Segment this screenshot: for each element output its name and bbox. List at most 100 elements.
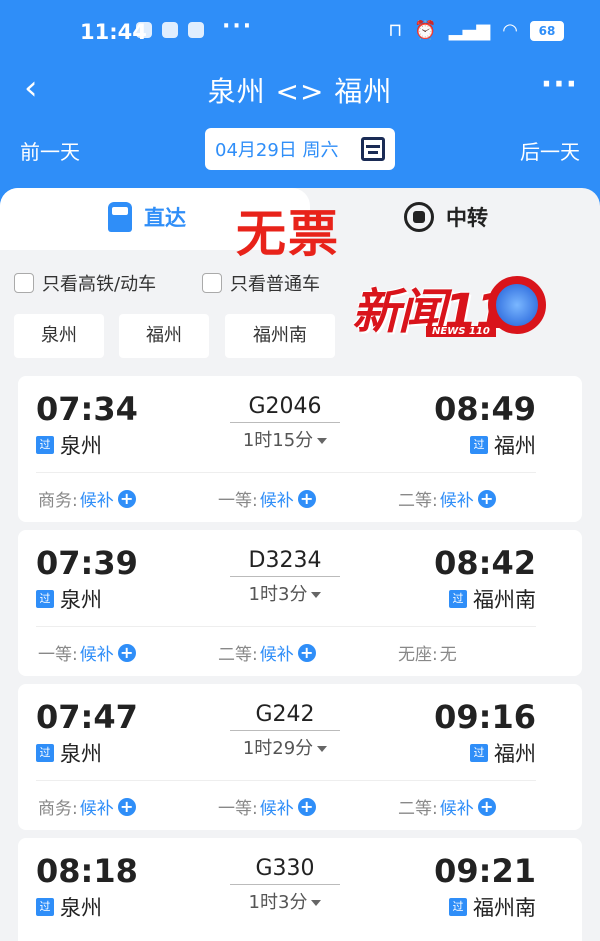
- pass-badge: 过: [36, 744, 54, 762]
- seat-status: 候补: [259, 645, 294, 665]
- current-date: 04月29日 周六: [215, 140, 339, 161]
- plus-icon[interactable]: +: [297, 643, 316, 662]
- seat-label: 二等:: [398, 799, 438, 819]
- plus-icon[interactable]: +: [477, 797, 496, 816]
- station-chip-fuzhou[interactable]: 福州: [119, 314, 209, 358]
- filter-normal-label: 只看普通车: [230, 274, 320, 295]
- battery-icon: 68: [530, 20, 564, 41]
- plus-icon[interactable]: +: [117, 489, 136, 508]
- plus-icon[interactable]: +: [477, 489, 496, 508]
- departure-station-name: 泉州: [60, 896, 102, 920]
- departure-time: 07:34: [36, 390, 138, 428]
- seat-label: 二等:: [398, 491, 438, 511]
- seat-label: 一等:: [218, 799, 258, 819]
- seat-second-class[interactable]: 二等: 候补 +: [218, 640, 316, 665]
- date-picker[interactable]: 04月29日 周六: [205, 128, 395, 170]
- wifi-icon: ◠: [502, 20, 518, 41]
- train-card[interactable]: 07:34 过泉州 G2046 1时15分 08:49 过福州 商务: 候补 + 一…: [18, 376, 582, 522]
- departure-time: 07:39: [36, 544, 138, 582]
- arrival-station-name: 福州: [494, 742, 536, 766]
- tab-direct-label: 直达: [144, 206, 186, 230]
- seat-first-class[interactable]: 一等: 候补 +: [218, 794, 316, 819]
- seat-status: 候补: [259, 799, 294, 819]
- divider: [36, 626, 536, 627]
- duration[interactable]: 1时15分: [230, 426, 340, 452]
- divider: [36, 780, 536, 781]
- plus-icon[interactable]: +: [117, 797, 136, 816]
- status-bar: 11:44 ··· ⊓ ⏰ ▂▄▆ ◠ 68: [0, 0, 600, 64]
- station-chip-quanzhou[interactable]: 泉州: [14, 314, 104, 358]
- arrival-station-name: 福州南: [473, 588, 536, 612]
- arrival-station: 过福州: [470, 738, 536, 768]
- seat-status: 候补: [259, 491, 294, 511]
- train-number: G2046: [248, 394, 322, 419]
- more-notifications-icon: ···: [222, 14, 254, 39]
- plus-icon[interactable]: +: [117, 643, 136, 662]
- seat-status: 候补: [79, 491, 114, 511]
- departure-time: 08:18: [36, 852, 138, 890]
- seat-no-seat: 无座: 无: [398, 640, 457, 665]
- seat-business[interactable]: 商务: 候补 +: [38, 486, 136, 511]
- departure-station: 过泉州: [36, 430, 102, 460]
- duration[interactable]: 1时29分: [230, 734, 340, 760]
- arrival-time: 09:16: [434, 698, 536, 736]
- seat-status: 无: [439, 645, 457, 665]
- train-card[interactable]: 08:18 过泉州 G330 1时3分 09:21 过福州南: [18, 838, 582, 941]
- duration[interactable]: 1时3分: [230, 580, 340, 606]
- arrival-station: 过福州南: [449, 584, 536, 614]
- chevron-down-icon: [311, 900, 322, 906]
- seat-second-class[interactable]: 二等: 候补 +: [398, 486, 496, 511]
- pass-badge: 过: [449, 898, 467, 916]
- calendar-icon: [361, 137, 385, 161]
- more-menu-icon[interactable]: ···: [541, 70, 578, 100]
- pass-badge: 过: [470, 436, 488, 454]
- departure-station-name: 泉州: [60, 742, 102, 766]
- pass-badge: 过: [470, 744, 488, 762]
- duration[interactable]: 1时3分: [230, 888, 340, 914]
- train-card[interactable]: 07:47 过泉州 G242 1时29分 09:16 过福州 商务: 候补 + 一等…: [18, 684, 582, 830]
- train-card[interactable]: 07:39 过泉州 D3234 1时3分 08:42 过福州南 一等: 候补 + 二…: [18, 530, 582, 676]
- seat-label: 二等:: [218, 645, 258, 665]
- seat-second-class[interactable]: 二等: 候补 +: [398, 794, 496, 819]
- route-line: [230, 576, 340, 577]
- arrival-time: 08:49: [434, 390, 536, 428]
- duration-text: 1时29分: [242, 738, 314, 759]
- seat-first-class[interactable]: 一等: 候补 +: [218, 486, 316, 511]
- seat-business[interactable]: 商务: 候补 +: [38, 794, 136, 819]
- prev-day-button[interactable]: 前一天: [20, 136, 80, 165]
- seat-first-class[interactable]: 一等: 候补 +: [38, 640, 136, 665]
- train-icon: [108, 202, 132, 232]
- seat-status: 候补: [439, 491, 474, 511]
- pass-badge: 过: [36, 436, 54, 454]
- pass-badge: 过: [36, 590, 54, 608]
- arrival-station-name: 福州南: [473, 896, 536, 920]
- departure-station-name: 泉州: [60, 434, 102, 458]
- seat-status: 候补: [79, 645, 114, 665]
- seat-label: 一等:: [38, 645, 78, 665]
- seat-label: 无座:: [398, 645, 438, 665]
- plus-icon[interactable]: +: [297, 797, 316, 816]
- tab-transfer[interactable]: 中转: [404, 202, 488, 232]
- pass-badge: 过: [449, 590, 467, 608]
- checkbox-high-speed[interactable]: [14, 273, 34, 293]
- checkbox-normal[interactable]: [202, 273, 222, 293]
- plus-icon[interactable]: +: [297, 489, 316, 508]
- duration-text: 1时3分: [248, 584, 308, 605]
- news-logo-globe-icon: [488, 276, 546, 334]
- next-day-button[interactable]: 后一天: [520, 136, 580, 165]
- filter-normal[interactable]: 只看普通车: [202, 270, 320, 296]
- arrival-station: 过福州: [470, 430, 536, 460]
- route-line: [230, 422, 340, 423]
- duration-text: 1时15分: [242, 430, 314, 451]
- news-logo-subtitle: NEWS 110: [426, 326, 496, 337]
- app-notification-icon: [188, 22, 204, 38]
- station-chip-fuzhou-south[interactable]: 福州南: [225, 314, 335, 358]
- train-number: G330: [255, 856, 315, 881]
- news-logo: 新闻110 NEWS 110: [352, 262, 548, 354]
- tab-direct[interactable]: 直达: [108, 202, 186, 232]
- duration-text: 1时3分: [248, 892, 308, 913]
- seat-label: 商务:: [38, 491, 78, 511]
- chevron-down-icon: [317, 746, 328, 752]
- app-notification-icon: [162, 22, 178, 38]
- filter-high-speed[interactable]: 只看高铁/动车: [14, 270, 156, 296]
